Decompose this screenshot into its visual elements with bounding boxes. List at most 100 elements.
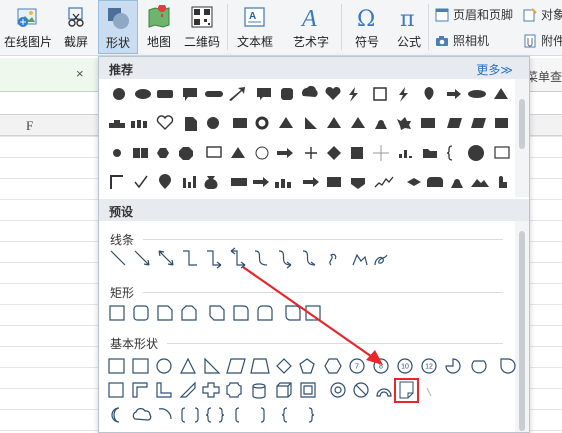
shape-people-group[interactable] xyxy=(109,120,125,128)
close-tab-icon[interactable]: × xyxy=(76,66,84,81)
shape-striped-arrow[interactable] xyxy=(447,89,461,99)
shape-rounded-bar[interactable] xyxy=(157,90,173,98)
basic-isosceles-triangle[interactable] xyxy=(180,357,196,374)
shape-circle-outline[interactable] xyxy=(255,146,269,160)
column-header-f[interactable]: F xyxy=(26,118,33,134)
textbox-button[interactable]: A 文本框 xyxy=(230,0,280,54)
shape-badge-a[interactable] xyxy=(185,117,197,131)
shape-diamond[interactable] xyxy=(327,146,341,160)
basic-plaque[interactable] xyxy=(226,382,242,398)
rect-snip-diag[interactable] xyxy=(209,305,225,321)
basic-chord[interactable] xyxy=(471,360,487,374)
shape-speech-bubble[interactable] xyxy=(183,88,197,101)
basic-block-arc[interactable] xyxy=(376,388,392,397)
map-button[interactable]: 地图 xyxy=(142,0,176,54)
shape-plus[interactable] xyxy=(305,147,317,159)
shape-rounded-tab[interactable] xyxy=(427,177,443,187)
shape-diamond-flat[interactable] xyxy=(407,178,421,186)
shape-arrow-right-2[interactable] xyxy=(253,177,269,187)
connector-curved-arrow[interactable] xyxy=(278,250,292,269)
shape-brace[interactable] xyxy=(446,145,453,161)
basic-donut-inner[interactable] xyxy=(334,386,342,394)
shape-person[interactable] xyxy=(375,120,387,129)
header-footer-button[interactable]: 页眉和页脚 xyxy=(434,6,513,23)
formula-button[interactable]: π 公式 xyxy=(392,0,426,54)
object-button[interactable]: 对象 xyxy=(522,6,562,23)
basic-frame[interactable] xyxy=(108,382,124,398)
rect-round-one[interactable] xyxy=(233,305,249,321)
shape-donut[interactable] xyxy=(255,116,269,130)
basic-folded-corner[interactable] xyxy=(399,381,414,399)
online-picture-button[interactable]: 在线图片 xyxy=(0,0,56,54)
basic-right-bracket[interactable] xyxy=(260,407,265,423)
shape-lightning[interactable] xyxy=(349,87,358,102)
shape-trend-line[interactable] xyxy=(374,176,394,188)
shape-rect-5[interactable] xyxy=(327,177,341,187)
shape-parallelogram[interactable] xyxy=(447,118,462,128)
shape-diagonal-arrow[interactable] xyxy=(229,87,245,101)
rect-rounded[interactable] xyxy=(133,305,149,321)
shape-cloud-callout[interactable] xyxy=(301,85,318,97)
basic-half-frame[interactable] xyxy=(132,382,148,398)
shape-window[interactable] xyxy=(494,146,510,159)
shape-right-triangle[interactable] xyxy=(305,117,317,129)
shape-people-crowd[interactable] xyxy=(131,120,147,128)
shape-corner[interactable] xyxy=(110,175,123,189)
shapes-button[interactable]: 形状 xyxy=(98,0,138,54)
connector-elbow-arrow[interactable] xyxy=(207,250,222,269)
basic-cloud[interactable] xyxy=(132,408,152,421)
rect-snip-same[interactable] xyxy=(181,305,197,321)
basic-bevel[interactable] xyxy=(300,382,316,398)
shape-rect-4[interactable] xyxy=(231,178,247,186)
shape-heart[interactable] xyxy=(325,86,341,100)
camera-button[interactable]: 照相机 xyxy=(434,32,489,49)
line-arrow[interactable] xyxy=(134,250,150,266)
shape-flat-oval[interactable] xyxy=(468,90,486,98)
shape-rect-3[interactable] xyxy=(495,118,508,128)
line-freeform[interactable] xyxy=(352,253,368,266)
basic-corner[interactable] xyxy=(156,382,172,398)
basic-left-bracket[interactable] xyxy=(235,407,240,423)
cell-grid-right[interactable] xyxy=(530,136,562,433)
basic-left-brace[interactable] xyxy=(281,407,288,423)
rect-snip-one[interactable] xyxy=(157,305,173,321)
shape-lightning-2[interactable] xyxy=(399,87,408,102)
basic-textbox[interactable] xyxy=(108,358,125,374)
shape-pill[interactable] xyxy=(205,91,223,97)
shape-rounded-square[interactable] xyxy=(281,88,293,100)
shape-triangle-5[interactable] xyxy=(231,147,245,158)
attachment-button[interactable]: 附件 xyxy=(522,32,562,49)
basic-double-brace[interactable] xyxy=(205,407,225,423)
shape-octagon[interactable] xyxy=(179,147,193,160)
shape-right-arrow[interactable] xyxy=(277,148,293,158)
shape-teardrop[interactable] xyxy=(424,87,434,100)
cell-grid[interactable] xyxy=(0,136,98,433)
basic-hexagon[interactable] xyxy=(324,358,342,374)
line-double-arrow[interactable] xyxy=(158,250,174,266)
screenshot-button[interactable]: 截屏 xyxy=(56,0,96,54)
shape-hand[interactable] xyxy=(499,176,507,188)
basic-right-brace[interactable] xyxy=(308,407,315,423)
shape-person-add[interactable] xyxy=(451,179,463,188)
shape-circle[interactable] xyxy=(113,88,125,100)
shape-parallelogram-2[interactable] xyxy=(471,118,486,128)
shape-monitor[interactable] xyxy=(206,146,222,158)
shape-people-3[interactable] xyxy=(275,179,291,188)
shape-triangle[interactable] xyxy=(494,88,508,99)
shape-triangle-2[interactable] xyxy=(279,117,293,128)
shape-folder[interactable] xyxy=(423,149,437,158)
menu-search-label[interactable]: 菜单查 xyxy=(526,68,562,85)
shape-cross-thin[interactable] xyxy=(373,145,389,161)
shape-hexagon[interactable] xyxy=(157,148,169,158)
line-curve[interactable] xyxy=(329,253,337,266)
wordart-button[interactable]: A 艺术字 xyxy=(286,0,336,54)
basic-double-bracket[interactable] xyxy=(181,407,199,423)
basic-moon[interactable] xyxy=(111,407,120,423)
shape-splat[interactable] xyxy=(397,117,411,130)
basic-oval[interactable] xyxy=(156,358,172,374)
basic-donut[interactable] xyxy=(330,382,346,398)
shape-arrow-right-3[interactable] xyxy=(303,177,319,187)
basic-diamond[interactable] xyxy=(276,358,292,374)
qrcode-button[interactable]: 二维码 xyxy=(180,0,224,54)
basic-parallelogram[interactable] xyxy=(226,358,246,374)
